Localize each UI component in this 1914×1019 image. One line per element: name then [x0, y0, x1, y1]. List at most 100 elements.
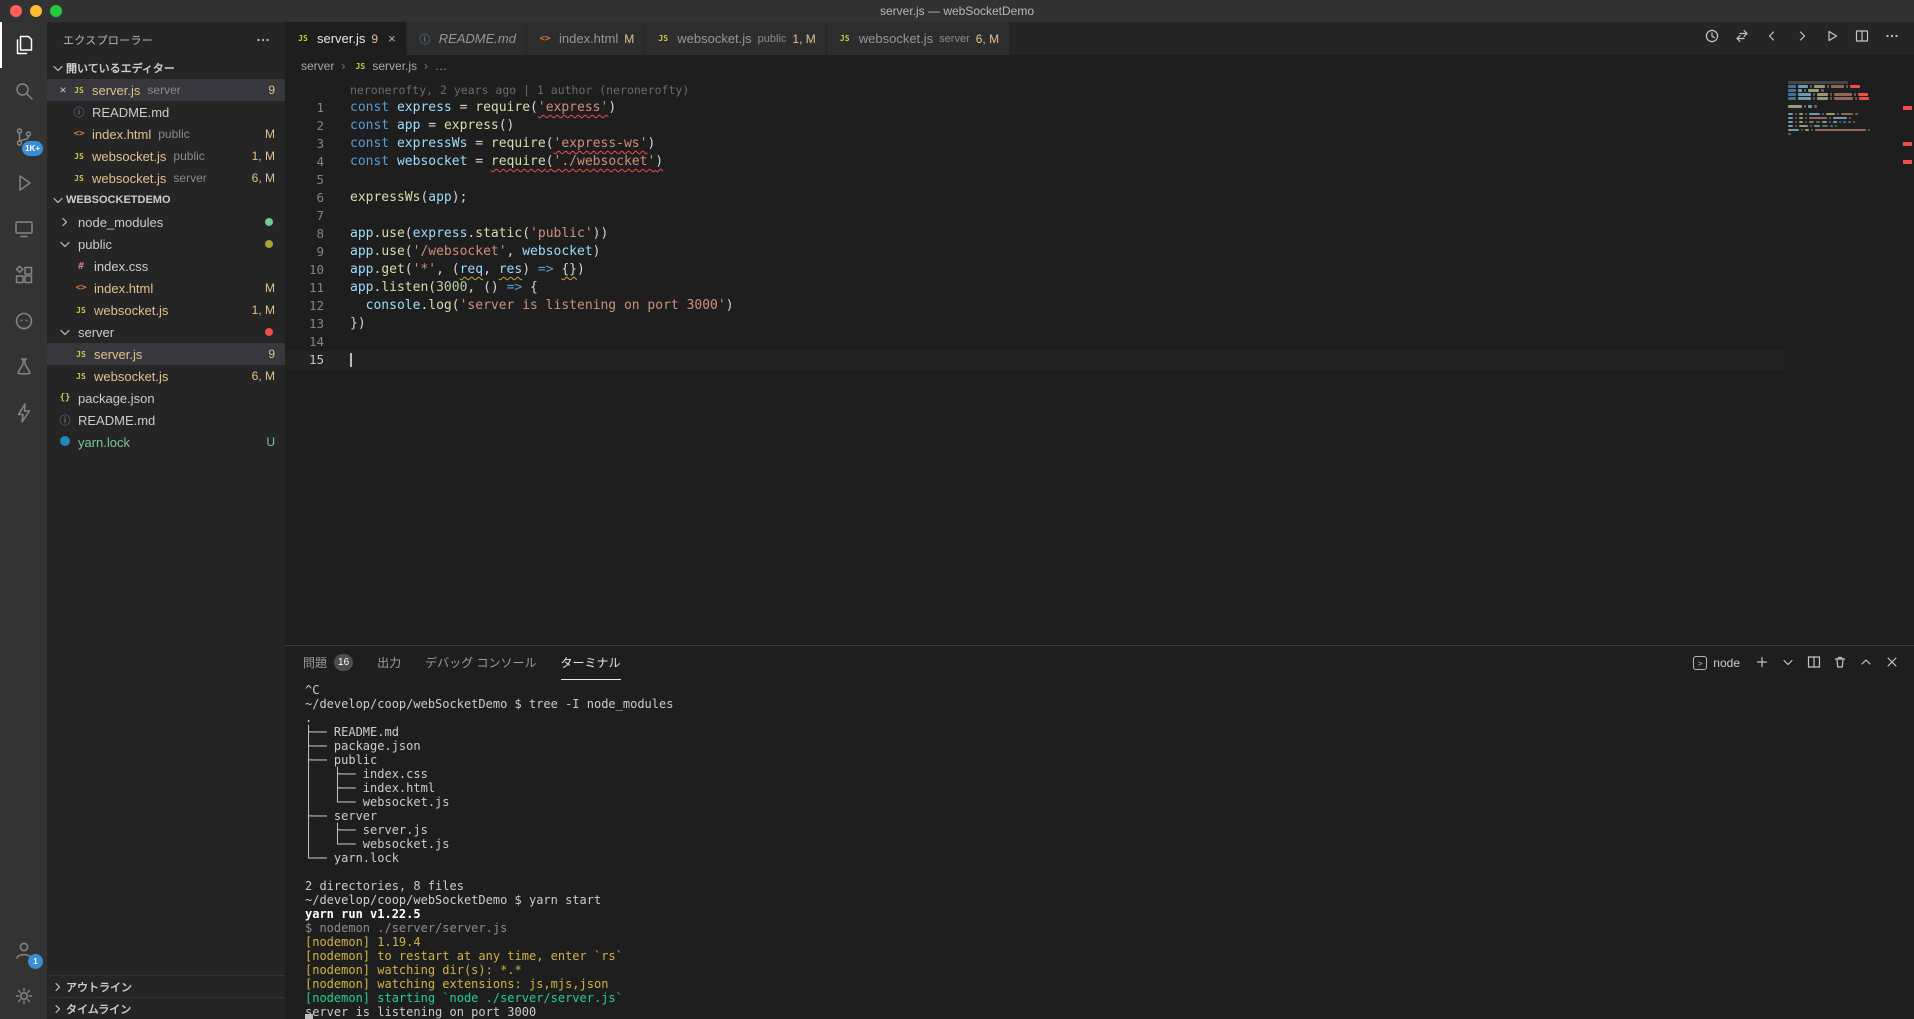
breadcrumb-item[interactable]: JS server.js — [352, 59, 418, 73]
minimap-segment — [1814, 84, 1825, 88]
minimap-segment — [1848, 120, 1851, 124]
minimap-segment — [1808, 88, 1819, 92]
open-editor-item[interactable]: JS websocket.js server 6, M — [47, 167, 285, 189]
code-line: 1 const express = require('express') — [285, 99, 1784, 117]
panel-tab-問題[interactable]: 問題 16 — [303, 646, 354, 680]
tree-file[interactable]: # index.css — [47, 255, 285, 277]
editor-tab[interactable]: JS websocket.js public 1, M — [645, 22, 827, 55]
workspace-root-header[interactable]: WEBSOCKETDEMO — [47, 189, 285, 211]
editor-tab[interactable]: JS websocket.js server 6, M — [826, 22, 1011, 55]
file-name: server.js — [92, 82, 141, 98]
file-name: index.css — [94, 258, 149, 274]
more-actions-icon[interactable] — [255, 32, 271, 48]
tree-folder[interactable]: server — [47, 321, 285, 343]
minimap-segment — [1826, 84, 1829, 88]
tree-folder[interactable]: public — [47, 233, 285, 255]
minimap-error-mark — [1850, 84, 1860, 88]
chevron-up-icon[interactable] — [1858, 654, 1874, 673]
trash-icon[interactable] — [1832, 654, 1848, 673]
close-icon[interactable] — [1884, 654, 1900, 673]
line-number: 5 — [316, 172, 324, 187]
activity-remote-explorer-icon[interactable] — [0, 206, 47, 252]
close-editor-icon[interactable]: × — [55, 83, 71, 97]
activity-github-icon[interactable] — [0, 298, 47, 344]
editor-tab[interactable]: ⓘ README.md — [406, 22, 527, 55]
section-header-タイムライン[interactable]: タイムライン — [47, 997, 285, 1019]
close-tab-icon[interactable]: × — [388, 31, 396, 46]
activity-search-icon[interactable] — [0, 68, 47, 114]
open-editor-item[interactable]: ⓘ README.md — [47, 101, 285, 123]
line-number: 11 — [308, 280, 324, 295]
run-icon[interactable] — [1824, 28, 1840, 49]
tree-folder[interactable]: node_modules — [47, 211, 285, 233]
minimap-segment — [1829, 116, 1831, 120]
tree-file[interactable]: JS websocket.js 1, M — [47, 299, 285, 321]
activity-source-control-icon[interactable]: 1K+ — [0, 114, 47, 160]
line-number: 14 — [308, 334, 324, 349]
open-editor-item[interactable]: × JS server.js server 9 — [47, 79, 285, 101]
tree-file[interactable]: JS websocket.js 6, M — [47, 365, 285, 387]
minimap-line — [1788, 88, 1896, 92]
line-number: 9 — [316, 244, 324, 259]
history-icon[interactable] — [1704, 28, 1720, 49]
open-editors-section-header[interactable]: 開いているエディター — [47, 57, 285, 79]
file-name: websocket.js — [92, 148, 167, 164]
minimap-segment — [1829, 124, 1833, 128]
file-name: server.js — [94, 346, 143, 362]
tree-file[interactable]: <> index.html M — [47, 277, 285, 299]
minimap-line — [1788, 101, 1896, 104]
terminal-line: │ └── websocket.js — [305, 837, 450, 851]
minimize-window-button[interactable] — [30, 5, 42, 17]
minimap-segment — [1788, 112, 1793, 116]
zoom-window-button[interactable] — [50, 5, 62, 17]
tree-file[interactable]: yarn.lock U — [47, 431, 285, 453]
chevron-down-icon — [57, 324, 73, 340]
line-text: app.get('*', (req, res) => {}) — [350, 262, 585, 277]
panel-tab-デバッグ コンソール[interactable]: デバッグ コンソール — [425, 646, 536, 680]
tree-file[interactable]: {} package.json — [47, 387, 285, 409]
open-editor-item[interactable]: JS websocket.js public 1, M — [47, 145, 285, 167]
error-ruler-mark — [1903, 160, 1912, 164]
terminal[interactable]: ^C ~/develop/coop/webSocketDemo $ tree -I… — [285, 680, 1914, 1019]
code-editor[interactable]: neronerofty, 2 years ago | 1 author (ner… — [285, 77, 1914, 645]
breadcrumb-item[interactable]: server — [301, 59, 334, 73]
chevron-down-icon[interactable] — [1780, 654, 1796, 673]
terminal-line: └── yarn.lock — [305, 851, 399, 865]
minimap-segment — [1840, 112, 1853, 116]
open-changes-icon[interactable] — [1734, 28, 1750, 49]
activity-accounts-icon[interactable]: 1 — [0, 927, 47, 973]
html-file-icon: <> — [539, 33, 551, 44]
minimap-segment — [1833, 92, 1852, 96]
activity-settings-icon[interactable] — [0, 973, 47, 1019]
open-editor-item[interactable]: <> index.html public M — [47, 123, 285, 145]
split-editor-icon[interactable] — [1854, 28, 1870, 49]
more-icon[interactable] — [1884, 28, 1900, 49]
tree-file[interactable]: JS server.js 9 — [47, 343, 285, 365]
activity-explorer-icon[interactable] — [0, 22, 47, 68]
tab-label: index.html — [558, 31, 619, 46]
code-line: 11 app.listen(3000, () => { — [285, 279, 1784, 297]
javascript-file-icon: JS — [76, 305, 86, 315]
editor-tab[interactable]: JS server.js 9 × — [285, 22, 407, 55]
split-icon[interactable] — [1806, 654, 1822, 673]
line-number: 8 — [316, 226, 324, 241]
panel-tab-ターミナル[interactable]: ターミナル — [560, 646, 621, 680]
panel-tab-出力[interactable]: 出力 — [377, 646, 401, 680]
terminal-shell-selector[interactable]: > node — [1693, 656, 1740, 670]
editor-tab[interactable]: <> index.html M — [526, 22, 646, 55]
plus-icon[interactable] — [1754, 654, 1770, 673]
breadcrumb-item[interactable]: … — [435, 59, 447, 73]
minimap-segment — [1797, 88, 1802, 92]
minimap[interactable] — [1788, 81, 1896, 145]
tree-file[interactable]: ⓘ README.md — [47, 409, 285, 431]
next-change-icon[interactable] — [1794, 28, 1810, 49]
activity-testing-icon[interactable] — [0, 344, 47, 390]
activity-extensions-icon[interactable] — [0, 252, 47, 298]
section-header-アウトライン[interactable]: アウトライン — [47, 975, 285, 997]
file-detail: server — [173, 171, 207, 185]
activity-lightning-icon[interactable] — [0, 390, 47, 436]
close-window-button[interactable] — [10, 5, 22, 17]
activity-run-debug-icon[interactable] — [0, 160, 47, 206]
css-file-icon: # — [77, 260, 85, 272]
prev-change-icon[interactable] — [1764, 28, 1780, 49]
